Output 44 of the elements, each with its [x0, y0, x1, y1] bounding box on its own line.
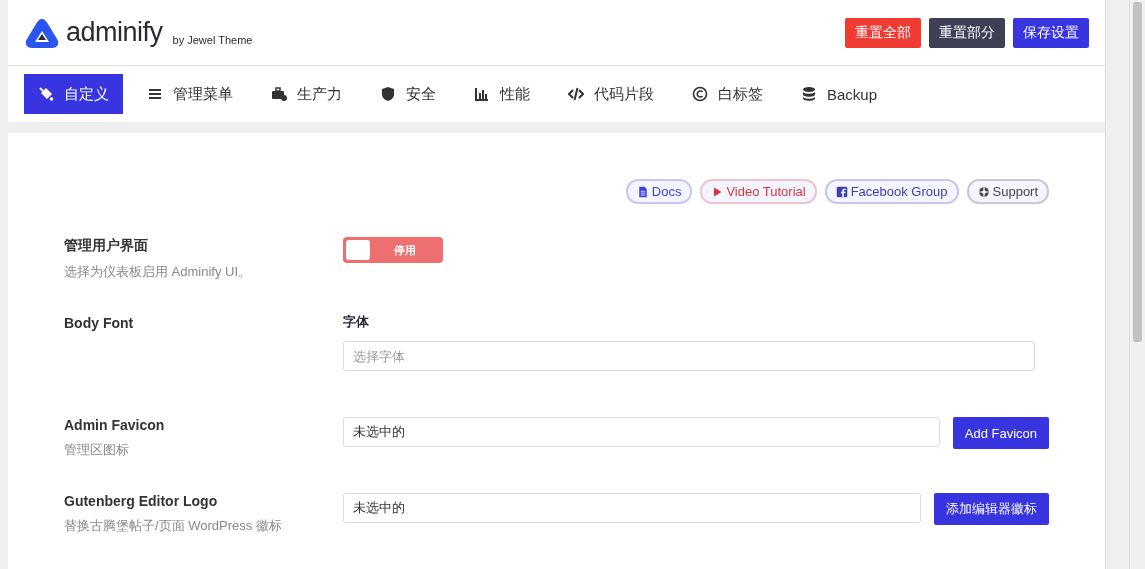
- play-icon: [711, 185, 724, 198]
- input-field[interactable]: 未选中的: [343, 493, 922, 523]
- bar-chart-icon: [474, 86, 490, 102]
- scrollbar-thumb[interactable]: [1133, 2, 1142, 342]
- upload-button[interactable]: 添加编辑器徽标: [934, 493, 1050, 525]
- nav-tab[interactable]: 管理菜单: [133, 74, 247, 114]
- nav-tab[interactable]: Backup: [787, 74, 892, 114]
- logo-icon: [24, 16, 60, 49]
- copyright-icon: [692, 86, 708, 102]
- help-link[interactable]: Docs: [625, 179, 693, 204]
- help-link[interactable]: Support: [966, 179, 1050, 204]
- nav-tab[interactable]: 安全: [366, 74, 450, 114]
- setting-title: 管理用户界面: [64, 237, 149, 255]
- setting-description: 选择为仪表板启用 Adminify UI。: [64, 263, 253, 281]
- header-button[interactable]: 重置部分: [929, 17, 1006, 48]
- nav-tab[interactable]: 自定义: [24, 74, 123, 114]
- nav-tab[interactable]: 性能: [460, 74, 544, 114]
- nav-tab[interactable]: 代码片段: [554, 74, 668, 114]
- menu-icon: [147, 86, 163, 102]
- support-icon: [977, 185, 990, 198]
- upload-button[interactable]: Add Favicon: [952, 417, 1050, 449]
- setting-title: Gutenberg Editor Logo: [64, 493, 219, 509]
- header-button[interactable]: 保存设置: [1013, 17, 1090, 48]
- brand-byline: by Jewel Theme: [172, 33, 253, 46]
- brand-name: adminify: [66, 17, 163, 48]
- database-icon: [801, 86, 817, 102]
- code-icon: [568, 86, 584, 102]
- input-field[interactable]: 未选中的: [343, 417, 940, 447]
- toolbox-icon: [271, 86, 287, 102]
- paint-bucket-icon: [38, 86, 54, 102]
- setting-description: 替换古腾堡帖子/页面 WordPress 徽标: [64, 517, 283, 535]
- shield-icon: [380, 86, 396, 102]
- help-link[interactable]: Video Tutorial: [700, 179, 817, 204]
- nav-tab[interactable]: 生产力: [257, 74, 356, 114]
- setting-title: Body Font: [64, 315, 135, 331]
- field-label: 字体: [343, 313, 370, 331]
- document-icon: [636, 185, 649, 198]
- facebook-icon: [835, 185, 848, 198]
- font-select[interactable]: 选择字体: [343, 341, 1035, 371]
- nav-tab[interactable]: 白标签: [678, 74, 777, 114]
- help-link[interactable]: Facebook Group: [824, 179, 959, 204]
- header-button[interactable]: 重置全部: [845, 17, 922, 48]
- setting-title: Admin Favicon: [64, 417, 166, 433]
- setting-description: 管理区图标: [64, 441, 130, 459]
